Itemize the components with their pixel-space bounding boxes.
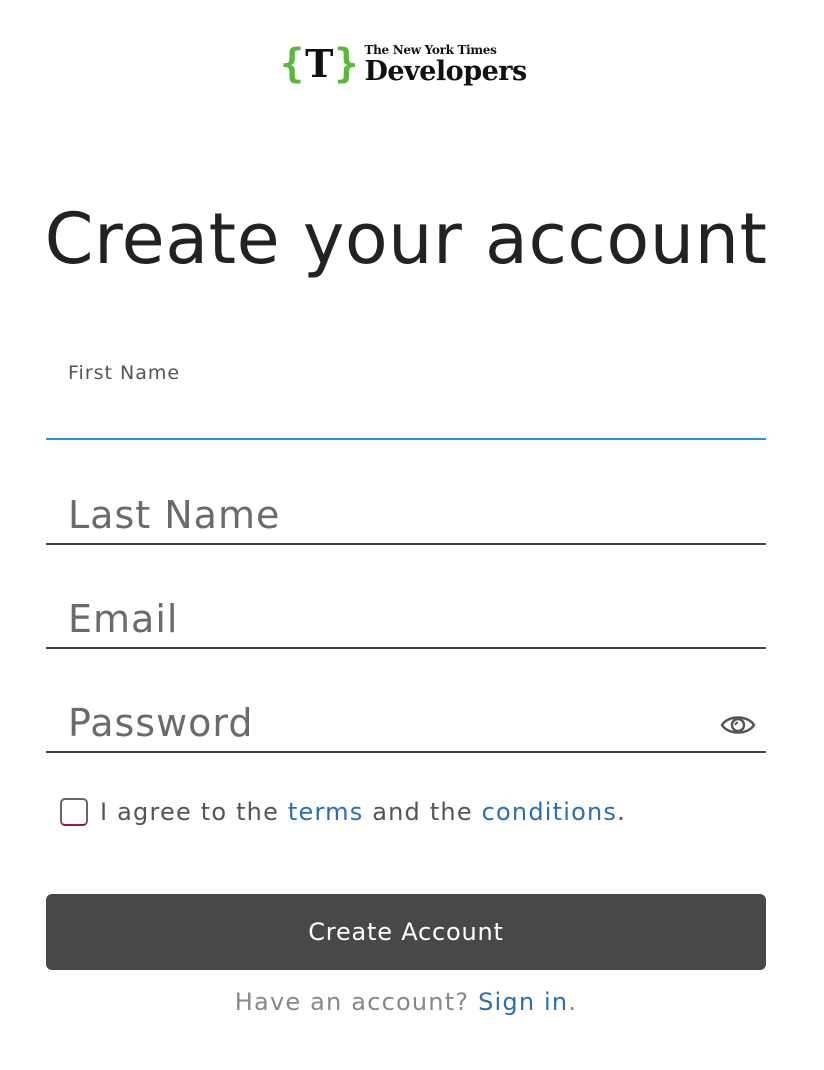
page-title: Create your account: [44, 198, 768, 280]
create-account-button[interactable]: Create Account: [46, 894, 766, 970]
nyt-t-icon: T: [305, 41, 334, 86]
agree-row: I agree to the terms and the conditions …: [60, 798, 626, 826]
agree-checkbox[interactable]: [60, 798, 88, 826]
agree-middle-text: and the: [363, 798, 482, 826]
first-name-field[interactable]: First Name: [46, 360, 766, 442]
last-name-input[interactable]: [46, 490, 770, 544]
terms-link[interactable]: terms: [288, 798, 364, 826]
password-input[interactable]: [46, 698, 710, 752]
first-name-underline: [46, 438, 766, 440]
logo-brace-open: {: [280, 41, 305, 87]
last-name-underline: [46, 543, 766, 545]
password-field[interactable]: Password: [46, 698, 766, 756]
signin-link[interactable]: Sign in: [478, 988, 568, 1016]
email-input[interactable]: [46, 594, 770, 648]
signin-suffix: .: [568, 988, 578, 1016]
signup-page: { T } The New York Times Developers Crea…: [0, 0, 824, 1070]
nyt-developers-logo[interactable]: { T } The New York Times Developers: [280, 38, 527, 90]
signin-prompt: Have an account?: [234, 988, 479, 1016]
eye-icon[interactable]: [720, 712, 756, 738]
logo-brace-close: }: [334, 41, 359, 87]
agree-suffix-text: .: [617, 798, 626, 826]
signin-row: Have an account? Sign in.: [0, 988, 812, 1016]
first-name-label: First Name: [68, 362, 181, 384]
last-name-field[interactable]: Last Name: [46, 490, 770, 548]
email-field[interactable]: Email: [46, 594, 770, 652]
logo-wordmark: The New York Times Developers: [364, 42, 527, 87]
first-name-input[interactable]: [46, 390, 766, 436]
email-underline: [46, 647, 766, 649]
password-underline: [46, 751, 766, 753]
nyt-wordmark: The New York Times: [364, 42, 497, 57]
conditions-link[interactable]: conditions: [482, 798, 617, 826]
agree-prefix-text: I agree to the: [100, 798, 288, 826]
developers-wordmark: Developers: [364, 55, 527, 87]
